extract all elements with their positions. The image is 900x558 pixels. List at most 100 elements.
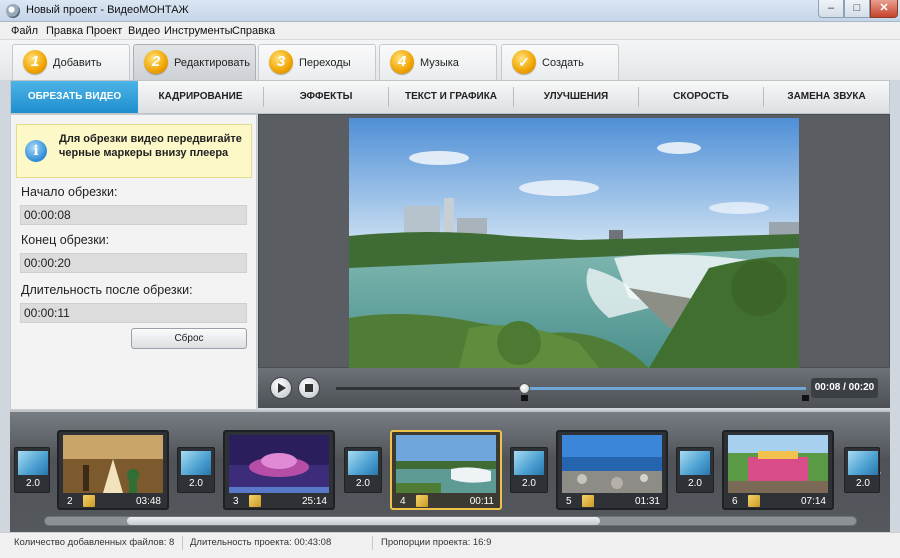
tab-effects[interactable]: ЭФФЕКТЫ [264,81,388,113]
minimize-button[interactable]: – [818,0,844,18]
edit-pencil-icon[interactable] [249,495,261,507]
transition-icon [514,451,544,475]
menu-project[interactable]: Проект [86,25,122,37]
menu-video[interactable]: Видео [128,25,160,37]
info-box: i Для обрезки видео передвигайте черные … [16,124,252,178]
clip-thumbnail [63,435,163,493]
clip-number: 5 [566,496,572,507]
transition-icon [181,451,211,475]
tab-trim[interactable]: ОБРЕЗАТЬ ВИДЕО [11,81,138,113]
clip-item-selected[interactable]: 4 00:11 [390,430,502,510]
video-frame [349,118,799,368]
stop-button[interactable] [298,377,320,399]
clip-number: 3 [233,496,239,507]
timeline: ‹ › 2.0 2 03:48 2.0 3 25:14 2.0 [10,410,890,532]
clip-item[interactable]: 5 01:31 [556,430,668,510]
stop-icon [305,384,313,392]
transition-icon [680,451,710,475]
transition-duration: 2.0 [522,478,536,489]
status-divider [372,536,373,550]
status-file-count: Количество добавленных файлов: 8 [14,537,175,548]
step-label-transitions: Переходы [299,57,351,69]
clip-item[interactable]: 2 03:48 [57,430,169,510]
step-label-music: Музыка [420,57,459,69]
reset-button[interactable]: Сброс [131,328,247,349]
trim-start-marker[interactable] [521,395,528,401]
trim-start-field[interactable]: 00:00:08 [20,205,247,225]
play-button[interactable] [270,377,292,399]
trim-duration-field: 00:00:11 [20,303,247,323]
tab-enhancements[interactable]: УЛУЧШЕНИЯ [514,81,638,113]
trim-start-label: Начало обрезки: [21,185,118,199]
transition-item[interactable]: 2.0 [177,447,215,493]
step-music[interactable]: 4 Музыка [379,44,497,80]
transition-duration: 2.0 [356,478,370,489]
trim-range [524,387,806,390]
transition-icon [848,451,878,475]
timeline-scrollbar[interactable] [44,516,857,526]
transition-item[interactable]: 2.0 [344,447,382,493]
clip-item[interactable]: 6 07:14 [722,430,834,510]
clip-thumbnail [229,435,329,493]
transition-duration: 2.0 [189,478,203,489]
transition-icon [348,451,378,475]
transition-duration: 2.0 [26,478,40,489]
transition-item[interactable]: 2.0 [676,447,714,493]
transition-item[interactable]: 2.0 [14,447,50,493]
edit-pencil-icon[interactable] [582,495,594,507]
clip-duration: 03:48 [135,496,161,507]
transition-duration: 2.0 [688,478,702,489]
menu-file[interactable]: Файл [11,25,38,37]
step-add[interactable]: 1 Добавить [12,44,130,80]
step-tabs: 1 Добавить 2 Редактировать 3 Переходы 4 … [0,40,900,80]
menu-edit[interactable]: Правка [46,25,83,37]
menu-help[interactable]: Справка [232,25,275,37]
clip-duration: 01:31 [634,496,660,507]
tab-replace-audio[interactable]: ЗАМЕНА ЗВУКА [764,81,889,113]
clip-duration: 00:11 [469,496,494,507]
title-bar: Новый проект - ВидеоМОНТАЖ – □ ✕ [0,0,900,22]
menu-bar: Файл Правка Проект Видео Инструменты Спр… [0,22,900,40]
menu-tools[interactable]: Инструменты [164,25,233,37]
window-title: Новый проект - ВидеоМОНТАЖ [26,4,189,16]
edit-pencil-icon[interactable] [416,495,428,507]
trim-end-marker[interactable] [802,395,809,401]
step-create[interactable]: ✓ Создать [501,44,619,80]
clip-duration: 25:14 [301,496,327,507]
status-divider [182,536,183,550]
seek-thumb[interactable] [519,383,530,394]
step-label-edit: Редактировать [174,57,250,69]
step-number-4: 4 [390,50,414,74]
edit-pencil-icon[interactable] [748,495,760,507]
clip-item[interactable]: 3 25:14 [223,430,335,510]
trim-end-field[interactable]: 00:00:20 [20,253,247,273]
transition-item[interactable]: 2.0 [510,447,548,493]
edit-subtabs: ОБРЕЗАТЬ ВИДЕО КАДРИРОВАНИЕ ЭФФЕКТЫ ТЕКС… [10,80,890,114]
tab-speed[interactable]: СКОРОСТЬ [639,81,763,113]
transition-icon [18,451,48,475]
info-icon: i [25,140,47,162]
step-number-3: 3 [269,50,293,74]
close-button[interactable]: ✕ [870,0,898,18]
clip-thumbnail [728,435,828,493]
clip-thumbnail [562,435,662,493]
timeline-scroll-thumb[interactable] [127,517,600,525]
clip-number: 2 [67,496,73,507]
tab-crop[interactable]: КАДРИРОВАНИЕ [138,81,263,113]
maximize-button[interactable]: □ [844,0,870,18]
step-edit[interactable]: 2 Редактировать [133,44,256,80]
clip-number: 6 [732,496,738,507]
clip-duration: 07:14 [800,496,826,507]
app-icon [6,4,20,18]
step-number-1: 1 [23,50,47,74]
edit-pencil-icon[interactable] [83,495,95,507]
transition-item[interactable]: 2.0 [844,447,880,493]
step-transitions[interactable]: 3 Переходы [258,44,376,80]
trim-duration-label: Длительность после обрезки: [21,283,193,297]
clip-thumbnail [396,435,496,493]
tab-text-graphics[interactable]: ТЕКСТ И ГРАФИКА [389,81,513,113]
status-aspect-ratio: Пропорции проекта: 16:9 [381,537,492,548]
status-bar: Количество добавленных файлов: 8 Длитель… [0,532,900,558]
play-icon [278,383,286,393]
time-display: 00:08 / 00:20 [811,378,878,398]
